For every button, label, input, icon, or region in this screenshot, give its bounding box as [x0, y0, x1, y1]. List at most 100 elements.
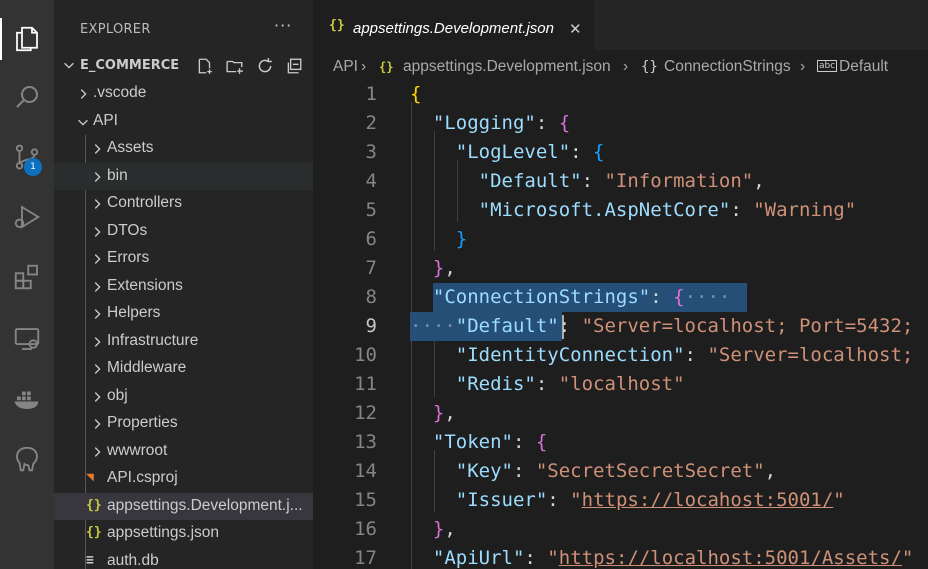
- tree-item-obj[interactable]: obj: [54, 383, 313, 411]
- chevron-right-icon: ›: [361, 58, 367, 75]
- tree-item-label: bin: [107, 166, 128, 184]
- breadcrumb-file[interactable]: appsettings.Development.json: [403, 58, 611, 76]
- new-file-icon[interactable]: [194, 55, 216, 77]
- tree-item-dtos[interactable]: DTOs: [54, 218, 313, 246]
- tree-item-label: auth.db: [107, 551, 159, 569]
- tree-item-errors[interactable]: Errors: [54, 245, 313, 273]
- code-line: 11 "Redis": "localhost": [354, 373, 685, 395]
- new-folder-icon[interactable]: [224, 55, 246, 77]
- docker-icon[interactable]: [0, 372, 54, 426]
- tree-item-label: Controllers: [107, 194, 182, 211]
- source-control-icon[interactable]: [0, 130, 54, 184]
- tree-item-label: Infrastructure: [107, 331, 199, 349]
- explorer-icon[interactable]: [0, 12, 54, 66]
- chevron-right-icon: [94, 419, 101, 429]
- workspace-section-header[interactable]: E_COMMERCE: [54, 52, 313, 80]
- string-icon: abc: [817, 60, 838, 72]
- code-editor[interactable]: 1{ 2 "Logging": { 3 "LogLevel": { 4 "Def…: [313, 80, 928, 569]
- postgresql-icon[interactable]: [0, 432, 54, 486]
- code-line: 1{: [365, 83, 422, 105]
- tab-bar: {} appsettings.Development.json ✕: [313, 0, 928, 50]
- chevron-down-icon: [64, 62, 74, 69]
- json-file-icon: {}: [329, 18, 345, 33]
- chevron-right-icon: [94, 446, 101, 457]
- tree-item-extensions[interactable]: Extensions: [54, 273, 313, 301]
- code-line: 3 "LogLevel": {: [365, 141, 605, 163]
- chevron-right-icon: [94, 226, 101, 237]
- tree-item-appsettings-development-j[interactable]: {} appsettings.Development.j...: [54, 492, 313, 520]
- code-line: 2 "Logging": {: [365, 112, 571, 134]
- breadcrumb-default[interactable]: Default: [839, 58, 888, 76]
- object-icon: {}: [641, 59, 658, 75]
- code-line: 4 "Default": "Information",: [365, 170, 765, 192]
- tree-item-assets[interactable]: Assets: [54, 135, 313, 163]
- tree-item-appsettings-json[interactable]: {} appsettings.json: [54, 520, 313, 548]
- code-line: 8 "ConnectionStrings": {····: [365, 286, 731, 308]
- tree-item-label: Properties: [107, 414, 178, 431]
- tab-appsettings-development[interactable]: {} appsettings.Development.json ✕: [313, 0, 594, 50]
- code-line: 7 },: [365, 257, 456, 279]
- chevron-right-icon: [94, 144, 101, 154]
- tree-item-controllers[interactable]: Controllers: [54, 190, 313, 218]
- json-file-icon: {}: [86, 497, 102, 513]
- remote-explorer-icon[interactable]: [0, 312, 54, 366]
- tree-item-label: API: [93, 111, 118, 129]
- tree-item-label: API.csproj: [107, 469, 178, 486]
- url-link[interactable]: https://localhost:5001/Assets/: [559, 547, 902, 569]
- tree-item-wwwroot[interactable]: wwwroot: [54, 438, 313, 466]
- breadcrumb-api[interactable]: API: [333, 58, 358, 76]
- tree-item-label: Errors: [107, 249, 150, 266]
- explorer-title: EXPLORER: [80, 22, 151, 37]
- collapse-all-icon[interactable]: [283, 55, 305, 77]
- breadcrumb-connectionstrings[interactable]: ConnectionStrings: [664, 58, 791, 76]
- tree-item-auth-db[interactable]: ≡ auth.db: [54, 548, 313, 569]
- code-line-active: 9 ····"Default": "Server=localhost; Port=…: [365, 315, 914, 337]
- explorer-sidebar: EXPLORER ··· E_COMMERCE .vscode API Assets…: [54, 0, 313, 569]
- code-line: 16 },: [354, 518, 456, 540]
- tree-item-properties[interactable]: Properties: [54, 410, 313, 438]
- code-line: 17 "ApiUrl": "https://localhost:5001/Ass…: [354, 547, 914, 569]
- lines-icon: ≡: [86, 552, 94, 568]
- chevron-right-icon: [94, 281, 101, 292]
- tree-item-bin[interactable]: bin: [54, 162, 313, 190]
- tree-item-helpers[interactable]: Helpers: [54, 300, 313, 328]
- chevron-right-icon: [94, 309, 101, 319]
- code-line: 12 },: [354, 402, 456, 424]
- chevron-right-icon: [94, 336, 101, 347]
- chevron-down-icon: [78, 119, 88, 126]
- extensions-icon[interactable]: [0, 250, 54, 304]
- code-line: 14 "Key": "SecretSecretSecret",: [354, 460, 777, 482]
- tree-item-label: .vscode: [93, 84, 147, 101]
- url-link[interactable]: https://locahost:5001/: [582, 489, 834, 511]
- tree-item-vscode[interactable]: .vscode: [54, 80, 313, 108]
- json-file-icon: {}: [379, 60, 394, 74]
- chevron-right-icon: [94, 391, 101, 402]
- tree-item-infrastructure[interactable]: Infrastructure: [54, 328, 313, 356]
- chevron-right-icon: [94, 364, 101, 374]
- breadcrumb: API › {} appsettings.Development.json › …: [313, 56, 928, 78]
- activity-bar: 1: [0, 0, 54, 569]
- tree-item-label: Middleware: [107, 359, 187, 376]
- tree-item-middleware[interactable]: Middleware: [54, 355, 313, 383]
- run-debug-icon[interactable]: [0, 190, 54, 244]
- tree-item-api-csproj[interactable]: ◥ API.csproj: [54, 465, 313, 493]
- more-actions-icon[interactable]: ···: [274, 16, 292, 35]
- tree-item-label: appsettings.json: [107, 524, 220, 541]
- tree-item-api[interactable]: API: [54, 108, 313, 136]
- source-control-badge: 1: [24, 158, 42, 176]
- code-line: 6 }: [365, 228, 468, 250]
- chevron-right-icon: ›: [623, 58, 629, 75]
- editor-area: {} appsettings.Development.json ✕ API › …: [313, 0, 928, 569]
- code-line: 15 "Issuer": "https://locahost:5001/": [354, 489, 845, 511]
- rss-icon: ◥: [86, 470, 94, 485]
- tree-item-label: DTOs: [107, 221, 148, 239]
- chevron-right-icon: [94, 254, 101, 264]
- tree-item-label: Assets: [107, 139, 154, 156]
- tree-item-label: wwwroot: [107, 441, 168, 459]
- search-icon[interactable]: [0, 70, 54, 124]
- refresh-icon[interactable]: [254, 55, 276, 77]
- code-line: 13 "Token": {: [354, 431, 548, 453]
- close-icon[interactable]: ✕: [569, 20, 582, 38]
- chevron-right-icon: ›: [800, 58, 806, 75]
- code-line: 5 "Microsoft.AspNetCore": "Warning": [365, 199, 857, 221]
